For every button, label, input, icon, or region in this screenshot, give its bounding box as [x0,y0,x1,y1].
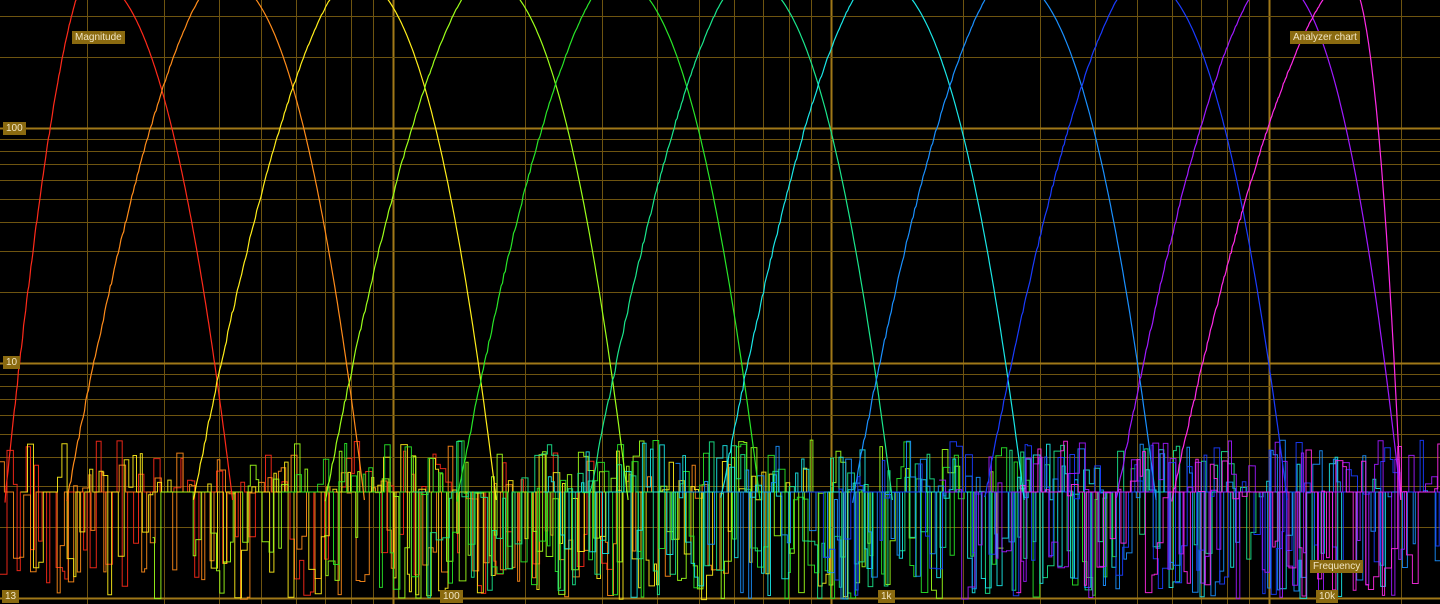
y-tick-label-100: 100 [3,122,26,135]
x-tick-label-13: 13 [2,590,20,603]
x-tick-label-1k: 1k [878,590,895,603]
y-tick-label-10: 10 [3,356,21,369]
x-tick-label-100: 100 [440,590,463,603]
y-axis-title: Magnitude [72,31,125,44]
analyzer-chart [0,0,1440,604]
chart-title: Analyzer chart [1290,31,1360,44]
x-axis-title: Frequency [1310,560,1364,573]
x-tick-label-10k: 10k [1316,590,1339,603]
